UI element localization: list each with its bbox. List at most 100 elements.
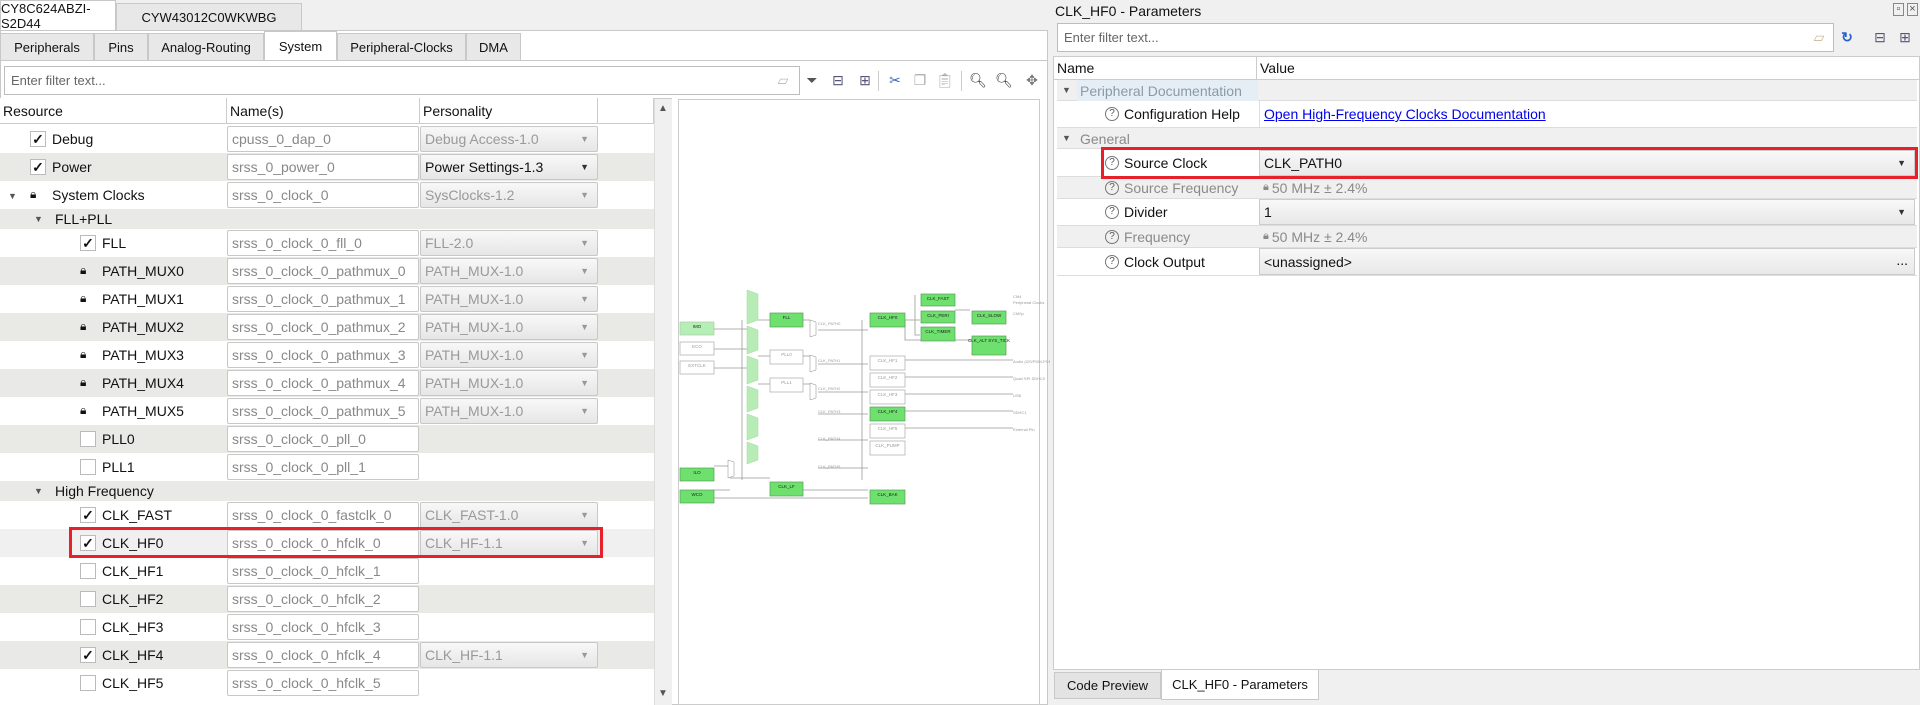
close-icon[interactable]: × <box>1907 3 1918 16</box>
instance-name-field[interactable]: srss_0_clock_0_pathmux_3 <box>227 342 419 368</box>
personality-dropdown[interactable]: Debug Access-1.0 ▼ <box>420 126 598 152</box>
enable-checkbox[interactable] <box>80 675 96 691</box>
help-icon[interactable]: ? <box>1105 229 1119 244</box>
tree-row[interactable]: 🔒︎ PATH_MUX1 srss_0_clock_0_pathmux_1 PATH_… <box>0 285 654 313</box>
instance-name-field[interactable]: srss_0_power_0 <box>227 154 419 180</box>
instance-name-field[interactable]: srss_0_clock_0_hfclk_2 <box>227 586 419 612</box>
cut-icon[interactable]: ✂ <box>886 71 904 89</box>
column-header-personality[interactable]: Personality <box>420 98 598 124</box>
zoom-in-icon[interactable]: 🔍︎ <box>969 71 987 89</box>
tree-row[interactable]: 🔒︎ PATH_MUX3 srss_0_clock_0_pathmux_3 PATH_… <box>0 341 654 369</box>
enable-checkbox[interactable]: ✓ <box>80 235 96 251</box>
instance-name-field[interactable]: srss_0_clock_0_hfclk_1 <box>227 558 419 584</box>
instance-name-field[interactable]: srss_0_clock_0_fll_0 <box>227 230 419 256</box>
instance-name-field[interactable]: srss_0_clock_0_hfclk_5 <box>227 670 419 696</box>
expand-arrow-icon[interactable]: ▼ <box>1062 133 1071 143</box>
instance-name-field[interactable]: srss_0_clock_0_hfclk_3 <box>227 614 419 640</box>
tree-row[interactable]: CLK_HF1 srss_0_clock_0_hfclk_1 <box>0 557 654 585</box>
enable-checkbox[interactable]: ✓ <box>80 507 96 523</box>
tree-row[interactable]: ✓ Debug cpuss_0_dap_0 Debug Access-1.0 ▼ <box>0 125 654 153</box>
enable-checkbox[interactable] <box>80 459 96 475</box>
instance-name-field[interactable]: srss_0_clock_0_pathmux_4 <box>227 370 419 396</box>
tab-dma[interactable]: DMA <box>466 33 521 60</box>
tree-row[interactable]: ✓ CLK_HF4 srss_0_clock_0_hfclk_4 CLK_HF-1.1… <box>0 641 654 669</box>
expand-arrow-icon[interactable]: ▼ <box>8 191 17 201</box>
tree-row[interactable]: CLK_HF3 srss_0_clock_0_hfclk_3 <box>0 613 654 641</box>
collapse-all-icon[interactable]: ⊟ <box>1871 28 1889 46</box>
tree-row[interactable]: PLL0 srss_0_clock_0_pll_0 <box>0 425 654 453</box>
divider-dropdown[interactable]: 1 ▼ <box>1259 199 1915 225</box>
personality-dropdown[interactable]: PATH_MUX-1.0 ▼ <box>420 314 598 340</box>
scroll-down-icon[interactable]: ▼ <box>658 688 668 699</box>
column-header-name[interactable]: Name <box>1054 57 1257 80</box>
tree-row[interactable]: 🔒︎ PATH_MUX4 srss_0_clock_0_pathmux_4 PATH_… <box>0 369 654 397</box>
tab-peripheral-clocks[interactable]: Peripheral-Clocks <box>337 33 466 60</box>
column-header-value[interactable]: Value <box>1257 57 1919 80</box>
instance-name-field[interactable]: srss_0_clock_0_pll_0 <box>227 426 419 452</box>
tree-row[interactable]: ✓ Power srss_0_power_0 Power Settings-1.3 ▼ <box>0 153 654 181</box>
tree-row[interactable]: 🔒︎ PATH_MUX0 srss_0_clock_0_pathmux_0 PATH_… <box>0 257 654 285</box>
clock-output-field[interactable]: <unassigned>... <box>1259 248 1915 275</box>
instance-name-field[interactable]: srss_0_clock_0_pathmux_0 <box>227 258 419 284</box>
scroll-up-icon[interactable]: ▲ <box>658 103 668 114</box>
zoom-fit-icon[interactable]: ✥ <box>1023 71 1041 89</box>
enable-checkbox[interactable] <box>80 431 96 447</box>
clock-diagram[interactable]: IMO ECO EXTCLK ILO WCO FLL PLL0 PLL1 CLK_PATH0 CL… <box>670 290 1050 510</box>
personality-dropdown[interactable]: FLL-2.0 ▼ <box>420 230 598 256</box>
column-header-resource[interactable]: Resource <box>0 98 227 124</box>
browse-button[interactable]: ... <box>1896 252 1908 268</box>
expand-arrow-icon[interactable]: ▼ <box>1062 85 1071 95</box>
help-icon[interactable]: ? <box>1105 107 1119 121</box>
refresh-icon[interactable]: ↻ <box>1838 28 1856 46</box>
personality-dropdown[interactable]: PATH_MUX-1.0 ▼ <box>420 286 598 312</box>
tab-system[interactable]: System <box>264 31 337 61</box>
enable-checkbox[interactable] <box>80 563 96 579</box>
tab-analog-routing[interactable]: Analog-Routing <box>148 33 264 60</box>
tree-row[interactable]: ▼ FLL+PLL <box>0 209 654 229</box>
enable-checkbox[interactable]: ✓ <box>80 647 96 663</box>
collapse-all-icon[interactable]: ⊟ <box>829 71 847 89</box>
group-general[interactable]: ▼ General <box>1057 128 1917 149</box>
paste-icon[interactable]: 📋︎ <box>936 71 954 89</box>
help-icon[interactable]: ? <box>1105 205 1119 219</box>
tree-row[interactable]: PLL1 srss_0_clock_0_pll_1 <box>0 453 654 481</box>
tree-row[interactable]: 🔒︎ PATH_MUX2 srss_0_clock_0_pathmux_2 PATH_… <box>0 313 654 341</box>
tab-pins[interactable]: Pins <box>94 33 148 60</box>
help-icon[interactable]: ? <box>1105 254 1119 269</box>
expand-all-icon[interactable]: ⊞ <box>1896 28 1914 46</box>
tab-peripherals[interactable]: Peripherals <box>0 33 94 60</box>
restore-icon[interactable]: ▫ <box>1893 3 1904 16</box>
tree-row[interactable]: CLK_HF2 srss_0_clock_0_hfclk_2 <box>0 585 654 613</box>
expand-arrow-icon[interactable]: ▼ <box>34 214 43 224</box>
personality-dropdown[interactable]: PATH_MUX-1.0 ▼ <box>420 398 598 424</box>
documentation-link[interactable]: Open High-Frequency Clocks Documentation <box>1264 106 1546 122</box>
enable-checkbox[interactable] <box>80 591 96 607</box>
instance-name-field[interactable]: srss_0_clock_0_hfclk_4 <box>227 642 419 668</box>
instance-name-field[interactable]: srss_0_clock_0_pathmux_5 <box>227 398 419 424</box>
instance-name-field[interactable]: srss_0_clock_0_pathmux_1 <box>227 286 419 312</box>
personality-dropdown[interactable]: PATH_MUX-1.0 ▼ <box>420 342 598 368</box>
eraser-icon[interactable]: ▱ <box>774 71 792 89</box>
expand-arrow-icon[interactable]: ▼ <box>34 486 43 496</box>
tab-clk-hf0-parameters[interactable]: CLK_HF0 - Parameters <box>1161 670 1319 700</box>
zoom-out-icon[interactable]: 🔍︎ <box>995 71 1013 89</box>
tab-device-cyw43012[interactable]: CYW43012C0WKWBG <box>116 3 302 30</box>
personality-dropdown[interactable]: Power Settings-1.3 ▼ <box>420 154 598 180</box>
instance-name-field[interactable]: cpuss_0_dap_0 <box>227 126 419 152</box>
personality-dropdown[interactable]: SysClocks-1.2 ▼ <box>420 182 598 208</box>
tree-row[interactable]: ▼ High Frequency <box>0 481 654 501</box>
enable-checkbox[interactable] <box>80 619 96 635</box>
enable-checkbox[interactable]: ✓ <box>30 159 46 175</box>
tab-device-cy8c624[interactable]: CY8C624ABZI-S2D44 <box>0 0 116 31</box>
instance-name-field[interactable]: srss_0_clock_0 <box>227 182 419 208</box>
tree-row[interactable]: ✓ FLL srss_0_clock_0_fll_0 FLL-2.0 ▼ <box>0 229 654 257</box>
instance-name-field[interactable]: srss_0_clock_0_fastclk_0 <box>227 502 419 528</box>
left-filter-input[interactable]: Enter filter text... <box>4 66 800 95</box>
tree-row[interactable]: 🔒︎ PATH_MUX5 srss_0_clock_0_pathmux_5 PATH_… <box>0 397 654 425</box>
copy-icon[interactable]: ❐ <box>911 71 929 89</box>
personality-dropdown[interactable]: CLK_HF-1.1 ▼ <box>420 642 598 668</box>
tab-code-preview[interactable]: Code Preview <box>1054 672 1161 699</box>
personality-dropdown[interactable]: CLK_FAST-1.0 ▼ <box>420 502 598 528</box>
tree-row[interactable]: ✓ CLK_FAST srss_0_clock_0_fastclk_0 CLK_FAS… <box>0 501 654 529</box>
enable-checkbox[interactable]: ✓ <box>30 131 46 147</box>
